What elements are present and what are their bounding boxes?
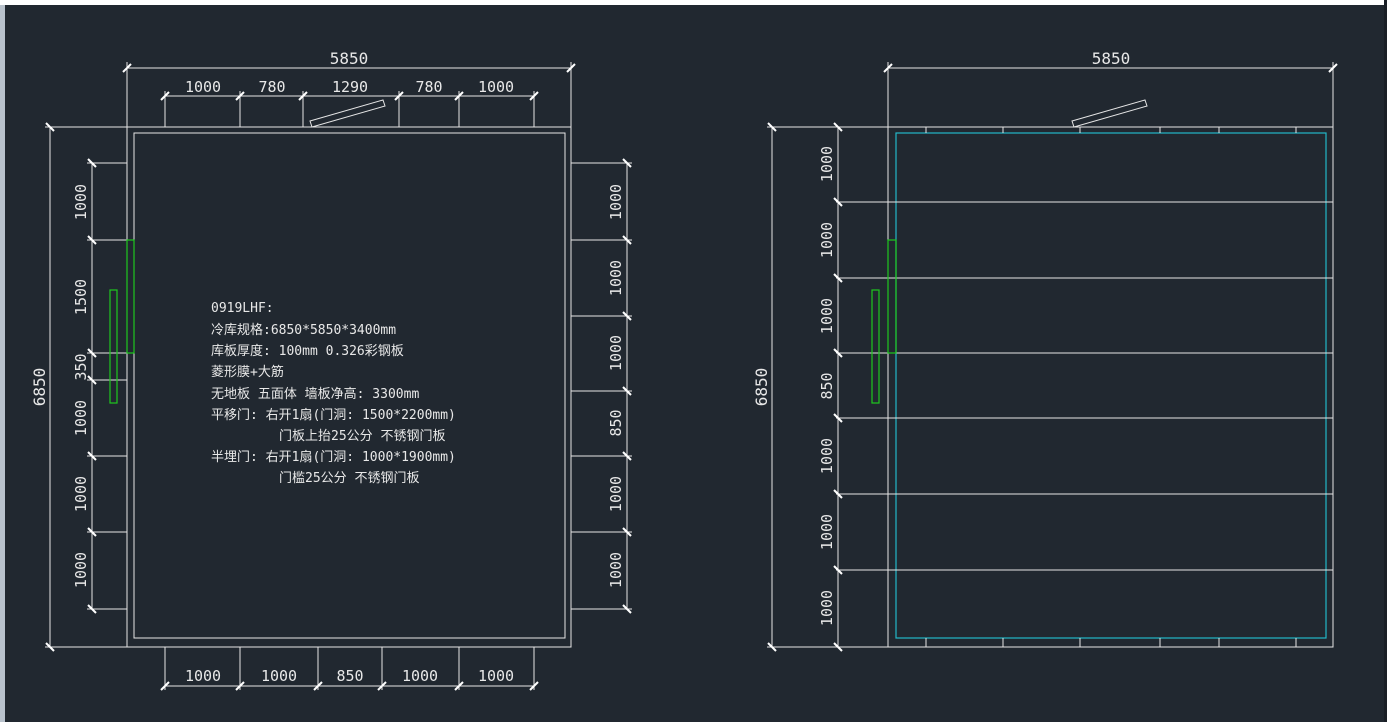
left-side-segment-dimensions: 1000 1500 350 1000 1000 1000 xyxy=(72,158,127,614)
panel-edge-ticks xyxy=(925,127,1297,647)
left-width-total-label: 5850 xyxy=(330,49,369,68)
right-side-seg-6: 1000 xyxy=(607,552,625,588)
right-side-seg-1: 1000 xyxy=(607,184,625,220)
right-side-seg-2: 1000 xyxy=(607,260,625,296)
left-top-seg-5: 1000 xyxy=(478,78,514,96)
right-left-segment-dimensions: 1000 1000 1000 850 1000 1000 1000 xyxy=(818,122,843,652)
right-seg-2: 1000 xyxy=(818,222,836,258)
left-top-seg-3: 1290 xyxy=(332,78,368,96)
left-inner-wall xyxy=(133,132,566,639)
right-seg-3: 1000 xyxy=(818,298,836,334)
left-side-seg-2: 1500 xyxy=(72,279,90,315)
spec-line-1: 0919LHF: xyxy=(211,301,274,316)
spec-line-4: 菱形膜+大筋 xyxy=(211,364,284,380)
right-side-seg-4: 850 xyxy=(607,409,625,436)
right-seg-7: 1000 xyxy=(818,590,836,626)
left-side-seg-3: 350 xyxy=(72,353,90,380)
left-side-seg-4: 1000 xyxy=(72,400,90,436)
left-bottom-seg-2: 1000 xyxy=(261,667,297,685)
left-door-leaf xyxy=(309,99,386,128)
spec-line-9: 门槛25公分 不锈钢门板 xyxy=(279,471,419,486)
left-side-seg-1: 1000 xyxy=(72,184,90,220)
spec-line-5: 无地板 五面体 墙板净高: 3300mm xyxy=(211,386,419,402)
right-side-seg-5: 1000 xyxy=(607,476,625,512)
spec-line-2: 冷库规格:6850*5850*3400mm xyxy=(211,322,396,338)
right-outer-wall xyxy=(887,126,1334,648)
right-top-overall-dimension: 5850 xyxy=(883,49,1338,127)
right-door-leaf xyxy=(1071,99,1148,128)
right-seg-5: 1000 xyxy=(818,438,836,474)
left-side-seg-6: 1000 xyxy=(72,552,90,588)
right-sliding-door xyxy=(871,239,897,404)
left-side-seg-5: 1000 xyxy=(72,476,90,512)
left-bottom-seg-3: 850 xyxy=(336,667,363,685)
spec-notes: 0919LHF: 冷库规格:6850*5850*3400mm 库板厚度: 100… xyxy=(211,301,456,486)
right-height-total-label: 6850 xyxy=(752,368,771,407)
right-side-seg-3: 1000 xyxy=(607,335,625,371)
left-top-seg-2: 780 xyxy=(258,78,285,96)
left-height-total-label: 6850 xyxy=(30,368,49,407)
left-bottom-seg-4: 1000 xyxy=(402,667,438,685)
right-ceiling-plan: 5850 6850 1000 1000 1000 850 1000 1000 1… xyxy=(752,49,1338,652)
left-bottom-seg-5: 1000 xyxy=(478,667,514,685)
ceiling-panel-lines xyxy=(836,201,1333,571)
spec-line-8: 半埋门: 右开1扇(门洞: 1000*1900mm) xyxy=(211,449,456,465)
left-bottom-segment-dimensions: 1000 1000 850 1000 1000 xyxy=(160,647,539,691)
spec-line-3: 库板厚度: 100mm 0.326彩钢板 xyxy=(211,343,404,359)
right-inner-panel-outline xyxy=(895,132,1327,639)
left-floor-plan: 5850 1000 780 1290 780 1000 1000 1000 85… xyxy=(30,49,632,691)
right-seg-4: 850 xyxy=(818,372,836,399)
right-seg-1: 1000 xyxy=(818,146,836,182)
right-width-total-label: 5850 xyxy=(1092,49,1131,68)
left-top-seg-1: 1000 xyxy=(185,78,221,96)
left-bottom-seg-1: 1000 xyxy=(185,667,221,685)
left-top-segment-dimensions: 1000 780 1290 780 1000 xyxy=(160,78,539,127)
spec-line-7: 门板上抬25公分 不锈钢门板 xyxy=(279,429,445,444)
right-seg-6: 1000 xyxy=(818,514,836,550)
right-side-segment-dimensions: 1000 1000 1000 850 1000 1000 xyxy=(571,158,632,614)
spec-line-6: 平移门: 右开1扇(门洞: 1500*2200mm) xyxy=(211,407,456,423)
cad-drawing-canvas[interactable]: 5850 1000 780 1290 780 1000 1000 1000 85… xyxy=(0,0,1387,722)
left-top-seg-4: 780 xyxy=(415,78,442,96)
left-sliding-door xyxy=(109,239,135,404)
